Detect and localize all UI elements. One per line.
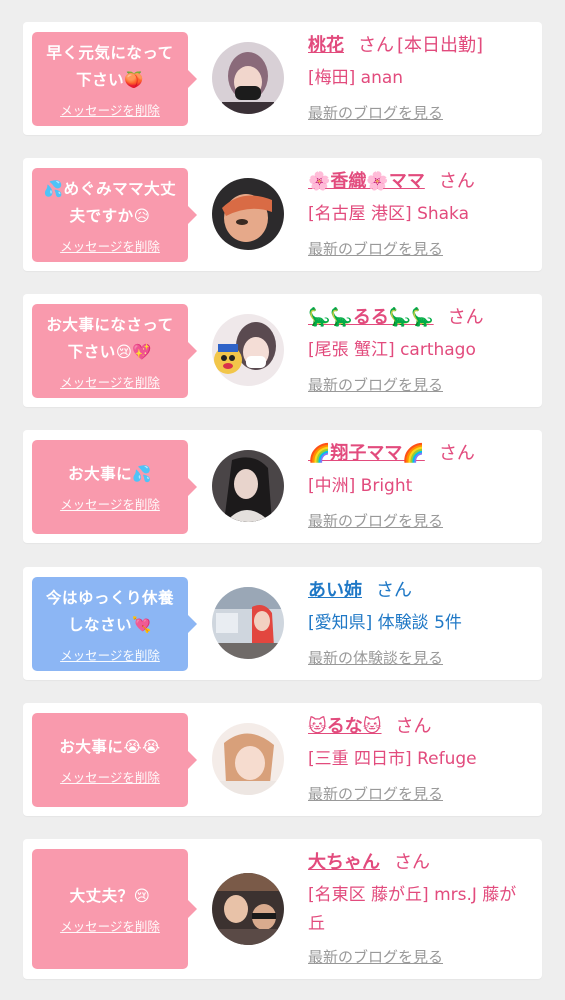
- message-text: お大事になさって下さい😢💖: [46, 315, 174, 361]
- delete-message-link[interactable]: メッセージを削除: [60, 236, 160, 255]
- profile-info: 🌈翔子ママ🌈 さん [中洲] Bright: [308, 442, 532, 501]
- delete-message-link[interactable]: メッセージを削除: [60, 645, 160, 664]
- honorific: さん: [376, 580, 412, 601]
- honorific: さん: [438, 171, 475, 192]
- avatar[interactable]: [212, 723, 284, 795]
- profile-info: 🌸香織🌸ママ さん [名古屋 港区] Shaka: [308, 170, 532, 229]
- list-item: 今はゆっくり休養しなさい💘 メッセージを削除 あい姉 さん [愛知県] 体験談 5…: [23, 567, 542, 680]
- avatar-image: [212, 723, 284, 795]
- latest-blog-link[interactable]: 最新のブログを見る: [308, 374, 443, 395]
- honorific: さん: [438, 443, 475, 464]
- latest-blog-link[interactable]: 最新のブログを見る: [308, 238, 443, 259]
- profile-name-link[interactable]: 桃花: [308, 35, 344, 56]
- list-item: お大事に💦 メッセージを削除 🌈翔子ママ🌈 さん [中洲] Bright 最新のブ…: [23, 430, 542, 543]
- message-bubble: お大事になさって下さい😢💖 メッセージを削除: [32, 304, 197, 398]
- avatar-image: [212, 42, 284, 114]
- shop-info: [名古屋 港区] Shaka: [308, 204, 470, 224]
- message-text: 💦めぐみママ大丈夫ですか😥: [43, 179, 177, 225]
- message-text: お大事に😭😭: [59, 738, 161, 756]
- list-item: 早く元気になって下さい🍑 メッセージを削除 桃花 さん [本日出勤] [梅田] an…: [23, 22, 542, 135]
- latest-blog-link[interactable]: 最新のブログを見る: [308, 510, 443, 531]
- avatar[interactable]: [212, 314, 284, 386]
- latest-blog-link[interactable]: 最新のブログを見る: [308, 102, 443, 123]
- avatar-image: [212, 587, 284, 659]
- profile-name-link[interactable]: 🌸香織🌸ママ: [308, 171, 425, 192]
- message-bubble: お大事に😭😭 メッセージを削除: [32, 713, 197, 807]
- avatar-image: [212, 178, 284, 250]
- delete-message-link[interactable]: メッセージを削除: [60, 372, 160, 391]
- avatar[interactable]: [212, 178, 284, 250]
- message-bubble: お大事に💦 メッセージを削除: [32, 440, 197, 534]
- shop-info: [中洲] Bright: [308, 476, 413, 496]
- status-text: [本日出勤]: [397, 35, 484, 56]
- profile-name-link[interactable]: あい姉: [308, 580, 362, 601]
- shop-info: [三重 四日市] Refuge: [308, 749, 477, 769]
- avatar-image: [212, 314, 284, 386]
- profile-name-link[interactable]: 🦕🦕るる🦕🦕: [308, 307, 434, 328]
- message-text: お大事に💦: [68, 465, 152, 483]
- profile-name-link[interactable]: 🌈翔子ママ🌈: [308, 443, 425, 464]
- shop-info: [梅田] anan: [308, 68, 404, 88]
- avatar[interactable]: [212, 587, 284, 659]
- list-item: お大事になさって下さい😢💖 メッセージを削除 🦕🦕るる🦕🦕 さん [尾張 蟹江] …: [23, 294, 542, 407]
- delete-message-link[interactable]: メッセージを削除: [60, 767, 160, 786]
- shop-info: [尾張 蟹江] carthago: [308, 340, 476, 360]
- profile-info: あい姉 さん [愛知県] 体験談 5件: [308, 579, 532, 638]
- avatar[interactable]: [212, 450, 284, 522]
- latest-blog-link[interactable]: 最新のブログを見る: [308, 946, 443, 967]
- honorific: さん: [447, 307, 484, 328]
- honorific: さん: [358, 35, 394, 56]
- message-bubble: 💦めぐみママ大丈夫ですか😥 メッセージを削除: [32, 168, 197, 262]
- message-bubble: 早く元気になって下さい🍑 メッセージを削除: [32, 32, 197, 126]
- message-text: 大丈夫？😢: [69, 887, 151, 905]
- list-item: 💦めぐみママ大丈夫ですか😥 メッセージを削除 🌸香織🌸ママ さん [名古屋 港区]…: [23, 158, 542, 271]
- list-item: お大事に😭😭 メッセージを削除 🐱るな🐱 さん [三重 四日市] Refuge 最…: [23, 703, 542, 816]
- latest-review-link[interactable]: 最新の体験談を見る: [308, 647, 443, 668]
- message-bubble: 大丈夫？😢 メッセージを削除: [32, 849, 197, 969]
- profile-info: 🐱るな🐱 さん [三重 四日市] Refuge: [308, 715, 532, 774]
- delete-message-link[interactable]: メッセージを削除: [60, 494, 160, 513]
- profile-info: 大ちゃん さん [名東区 藤が丘] mrs.J 藤が丘: [308, 851, 532, 939]
- profile-info: 🦕🦕るる🦕🦕 さん [尾張 蟹江] carthago: [308, 306, 532, 365]
- honorific: さん: [395, 716, 432, 737]
- latest-blog-link[interactable]: 最新のブログを見る: [308, 783, 443, 804]
- profile-name-link[interactable]: 大ちゃん: [308, 852, 380, 873]
- avatar-image: [212, 450, 284, 522]
- delete-message-link[interactable]: メッセージを削除: [60, 916, 160, 935]
- profile-info: 桃花 さん [本日出勤] [梅田] anan: [308, 34, 532, 93]
- shop-info: [愛知県] 体験談 5件: [308, 613, 462, 633]
- message-text: 今はゆっくり休養しなさい💘: [45, 588, 174, 634]
- avatar-image: [212, 873, 284, 945]
- avatar[interactable]: [212, 873, 284, 945]
- profile-name-link[interactable]: 🐱るな🐱: [308, 716, 382, 737]
- message-bubble: 今はゆっくり休養しなさい💘 メッセージを削除: [32, 577, 197, 671]
- honorific: さん: [394, 852, 430, 873]
- delete-message-link[interactable]: メッセージを削除: [60, 100, 160, 119]
- avatar[interactable]: [212, 42, 284, 114]
- message-text: 早く元気になって下さい🍑: [46, 43, 174, 89]
- message-list: 早く元気になって下さい🍑 メッセージを削除 桃花 さん [本日出勤] [梅田] an…: [0, 0, 565, 1000]
- list-item: 大丈夫？😢 メッセージを削除 大ちゃん さん [名東区 藤が丘] mrs.J 藤が…: [23, 839, 542, 979]
- shop-info: [名東区 藤が丘] mrs.J 藤が丘: [308, 885, 517, 934]
